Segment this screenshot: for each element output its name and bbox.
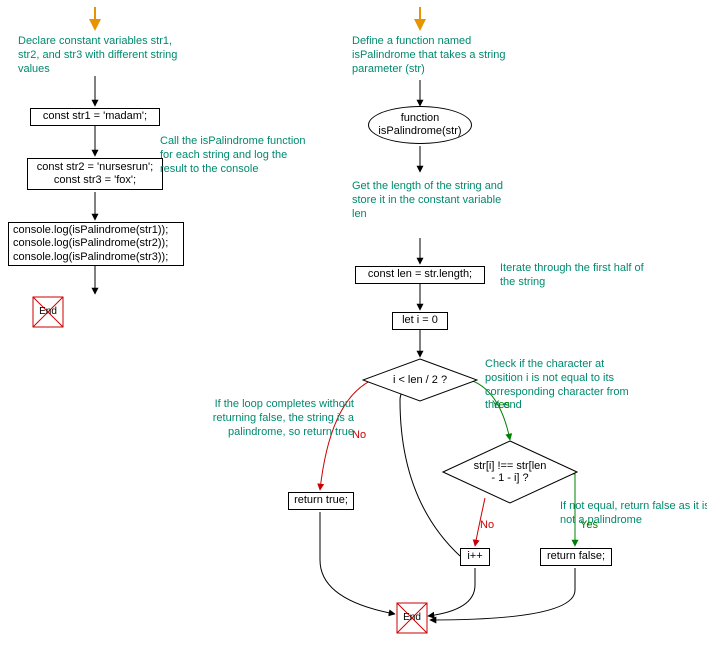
diamond-cond-text: i < len / 2 ? — [362, 358, 478, 402]
label-cond-no: No — [352, 430, 366, 441]
box-str1: const str1 = 'madam'; — [30, 108, 160, 126]
start-arrow-right — [410, 5, 430, 33]
box-len: const len = str.length; — [355, 266, 485, 284]
box-return-false: return false; — [540, 548, 612, 566]
box-ipp: i++ — [460, 548, 490, 566]
ellipse-fn: function isPalindrome(str) — [368, 106, 472, 144]
diamond-cond: i < len / 2 ? — [362, 358, 478, 402]
box-console-log: console.log(isPalindrome(str1)); console… — [8, 222, 184, 266]
start-arrow-left — [85, 5, 105, 33]
box-leti: let i = 0 — [392, 312, 448, 330]
annot-call: Call the isPalindrome function for each … — [160, 135, 310, 176]
label-eq-no: No — [480, 520, 494, 531]
annot-declare: Declare constant variables str1, str2, a… — [18, 35, 178, 76]
annot-define: Define a function named isPalindrome tha… — [352, 35, 512, 76]
end-label-left: End — [32, 296, 64, 328]
diamond-chareq-text: str[i] !== str[len - 1 - i] ? — [442, 440, 578, 504]
label-cond-yes: Yes — [492, 400, 510, 411]
diamond-chareq: str[i] !== str[len - 1 - i] ? — [442, 440, 578, 504]
annot-loopend: If the loop completes without returning … — [194, 398, 354, 439]
annot-len: Get the length of the string and store i… — [352, 180, 512, 221]
box-str23: const str2 = 'nursesrun'; const str3 = '… — [27, 158, 163, 190]
end-label-right: End — [396, 602, 428, 634]
annot-iterate: Iterate through the first half of the st… — [500, 262, 650, 290]
label-eq-yes: Yes — [580, 520, 598, 531]
box-return-true: return true; — [288, 492, 354, 510]
